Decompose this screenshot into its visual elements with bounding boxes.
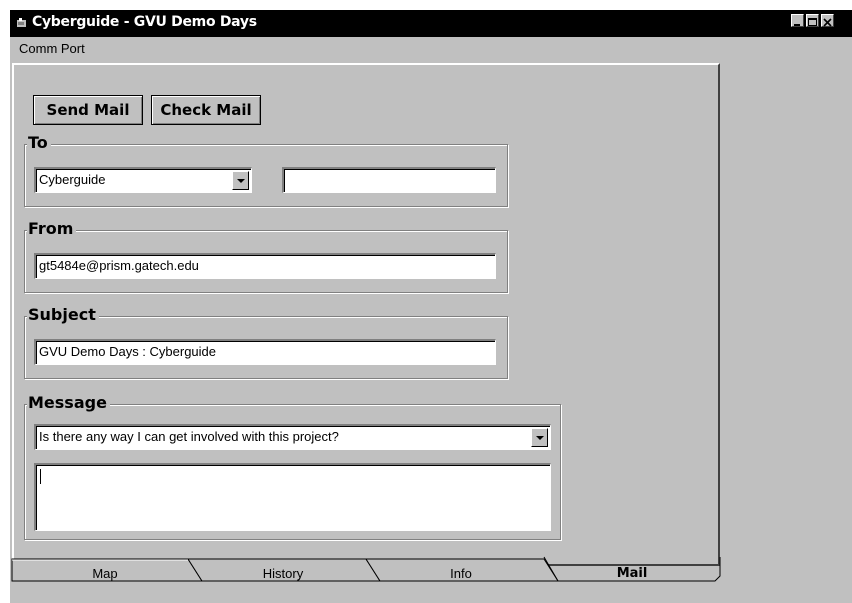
- check-mail-button[interactable]: Check Mail: [151, 95, 261, 125]
- tab-info[interactable]: Info: [366, 559, 556, 589]
- subject-label: Subject: [27, 306, 99, 324]
- to-recipient-select[interactable]: Cyberguide: [34, 167, 252, 193]
- message-body-textarea[interactable]: [34, 463, 551, 531]
- tab-mail[interactable]: Mail: [544, 559, 720, 589]
- app-window: Cyberguide - GVU Demo Days Comm Port Sen…: [10, 10, 852, 603]
- window-title: Cyberguide - GVU Demo Days: [32, 14, 257, 30]
- text-caret: [40, 469, 41, 484]
- close-icon[interactable]: [821, 14, 834, 27]
- title-bar: Cyberguide - GVU Demo Days: [10, 10, 852, 37]
- to-address-input[interactable]: [282, 167, 496, 193]
- chevron-down-icon[interactable]: [232, 171, 249, 190]
- menu-comm-port[interactable]: Comm Port: [19, 41, 85, 56]
- menu-bar: Comm Port: [10, 38, 852, 60]
- message-label: Message: [27, 394, 110, 412]
- tab-history[interactable]: History: [188, 559, 378, 589]
- maximize-icon[interactable]: [806, 14, 819, 27]
- to-label: To: [27, 134, 51, 152]
- minimize-icon[interactable]: [791, 14, 804, 27]
- subject-input[interactable]: GVU Demo Days : Cyberguide: [34, 339, 496, 365]
- message-select-value: Is there any way I can get involved with…: [39, 429, 339, 444]
- from-label: From: [27, 220, 77, 238]
- send-mail-button[interactable]: Send Mail: [33, 95, 143, 125]
- tab-map[interactable]: Map: [10, 559, 200, 589]
- chevron-down-icon[interactable]: [531, 428, 548, 447]
- from-input[interactable]: gt5484e@prism.gatech.edu: [34, 253, 496, 279]
- app-icon[interactable]: [15, 16, 29, 30]
- message-template-select[interactable]: Is there any way I can get involved with…: [34, 424, 551, 450]
- to-select-value: Cyberguide: [39, 172, 106, 187]
